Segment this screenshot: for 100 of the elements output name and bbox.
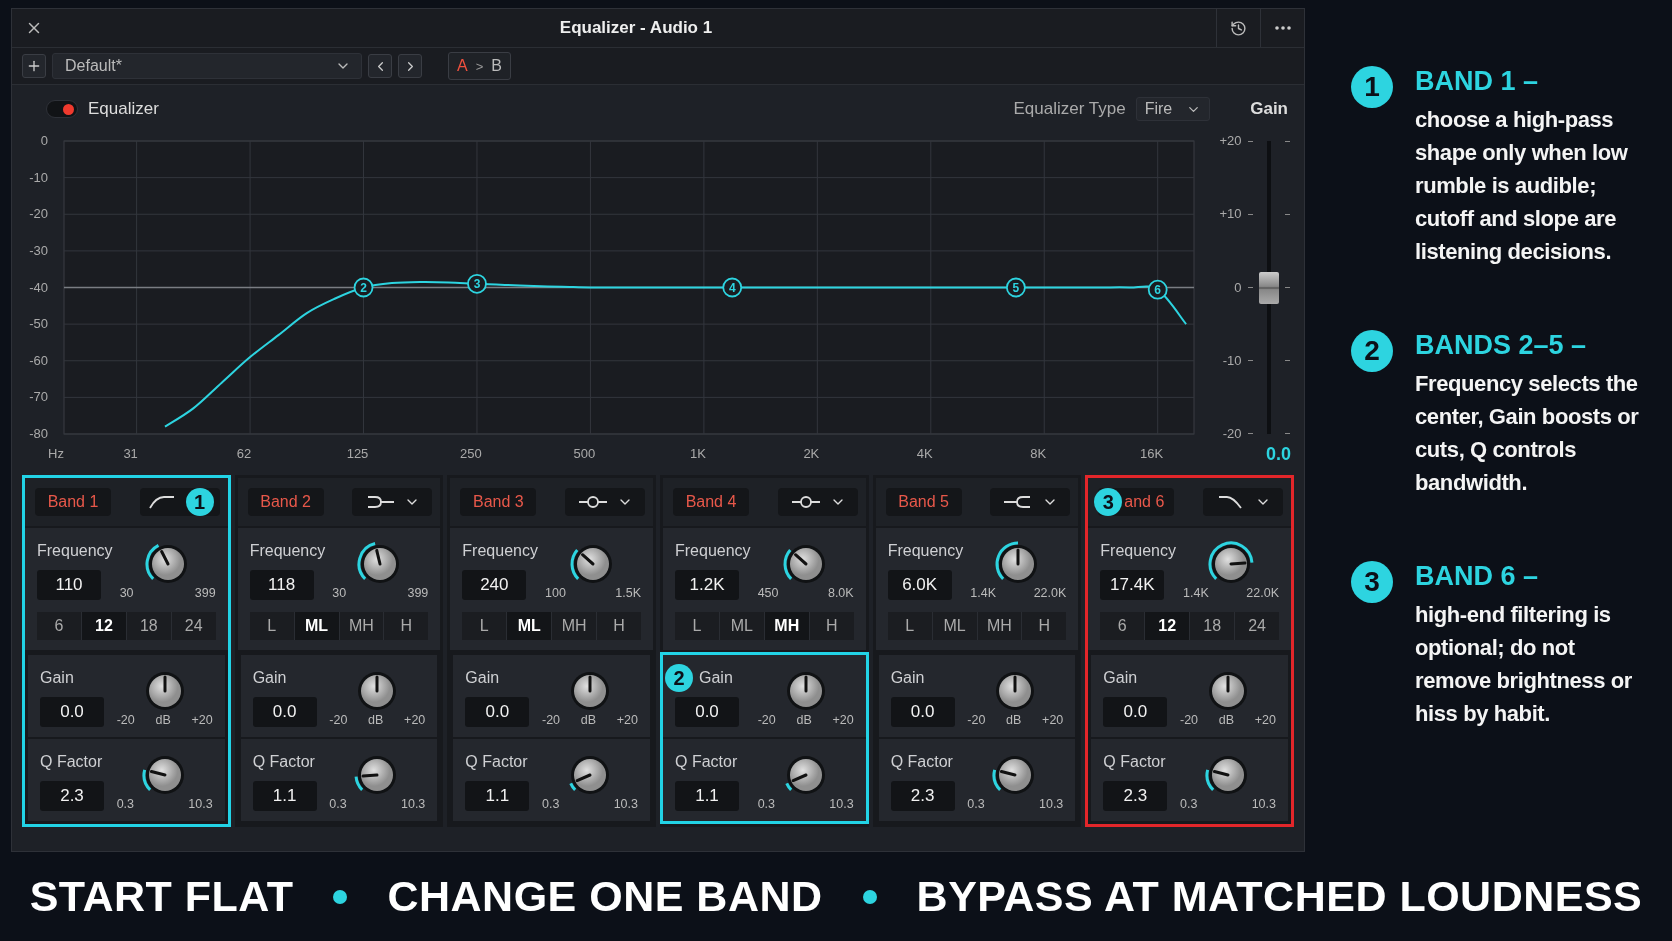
type-dropdown[interactable]: Fire	[1135, 97, 1211, 121]
scale-min: 0.3	[1180, 797, 1198, 811]
scale-min: 1.4K	[970, 586, 997, 600]
segment-option[interactable]: 6	[37, 612, 82, 640]
value-field[interactable]: 0.0	[1103, 697, 1168, 727]
scale-max: 10.3	[188, 797, 213, 811]
value-field[interactable]: 6.0K	[887, 570, 952, 600]
preset-dropdown[interactable]: Default*	[52, 53, 362, 79]
note-text: Frequency selects the center, Gain boosts or cuts, Q controls bandwidth.	[1415, 370, 1640, 497]
filter-shape-dropdown[interactable]	[565, 488, 645, 516]
value-field[interactable]: 0.0	[675, 697, 739, 727]
band-tab[interactable]: Band 2	[247, 488, 324, 516]
value-field[interactable]: 1.1	[675, 781, 739, 811]
segment-option[interactable]: L	[887, 612, 933, 640]
tick-mark	[1247, 141, 1253, 142]
tick-mark	[1284, 287, 1290, 288]
scale-max: +20	[832, 713, 854, 727]
note-text: choose a high-pass shape only when low rumble is audible; cutoff and slope are listening decisions.	[1415, 106, 1629, 266]
scale-min: 0.3	[542, 797, 560, 811]
value-field[interactable]: 0.0	[890, 697, 955, 727]
bullet-dot	[862, 889, 877, 904]
band-tab[interactable]: Band 4	[673, 488, 749, 516]
value-field[interactable]: 110	[37, 570, 101, 600]
compare-option[interactable]: A	[457, 57, 468, 75]
filter-curve-icon	[789, 493, 822, 511]
scale-min: 0.3	[757, 797, 776, 811]
value-field[interactable]: 2.3	[890, 781, 955, 811]
value-field[interactable]: 17.4K	[1100, 570, 1165, 600]
add-button[interactable]	[22, 54, 46, 78]
scale-min: -20	[329, 713, 348, 727]
filter-shape-dropdown[interactable]	[1203, 488, 1283, 516]
scale-max: +20	[1042, 713, 1064, 727]
axis-label: -10	[29, 169, 48, 185]
previous-button[interactable]	[368, 54, 392, 78]
bullet-dot	[333, 889, 348, 904]
unit-label: dB	[368, 713, 384, 727]
fader-thumb[interactable]	[1258, 271, 1279, 304]
toggle-switch[interactable]	[46, 100, 78, 118]
segment-option[interactable]: 12	[81, 612, 127, 640]
axis-label: 2K	[803, 446, 820, 461]
scale-max: +20	[616, 713, 638, 727]
band-node[interactable]: 5	[1006, 277, 1026, 298]
control-label: Frequency	[887, 542, 964, 560]
value-field[interactable]: 1.1	[465, 781, 530, 811]
scale-max: 399	[194, 586, 216, 600]
value-field[interactable]: 1.2K	[675, 570, 739, 600]
scale-max: 8.0K	[827, 586, 854, 600]
band-node[interactable]: 6	[1147, 279, 1168, 300]
compare-option[interactable]: B	[491, 57, 502, 75]
segment-option[interactable]: L	[675, 612, 720, 640]
value-field[interactable]: 118	[249, 570, 314, 600]
value-field[interactable]: 0.0	[465, 697, 530, 727]
scale-label: 0	[1234, 279, 1242, 296]
band-node[interactable]: 4	[722, 277, 743, 298]
scale-min: 0.3	[329, 797, 347, 811]
value-field[interactable]: 2.3	[1103, 781, 1168, 811]
scale-max: 22.0K	[1033, 586, 1067, 600]
segment-option[interactable]: MH	[764, 612, 810, 640]
segment-option[interactable]: L	[462, 612, 508, 640]
scale-max: 10.3	[829, 797, 854, 811]
annotation: 4	[728, 281, 736, 295]
segment-option[interactable]: ML	[507, 612, 553, 640]
note-heading: BANDS 2–5 –	[1415, 330, 1588, 361]
value-field[interactable]: 1.1	[252, 781, 317, 811]
segment-option[interactable]: 6	[1100, 612, 1146, 640]
filter-shape-dropdown[interactable]: 1	[139, 488, 220, 516]
scale-min: -20	[757, 713, 776, 727]
band-node[interactable]: 2	[353, 277, 374, 298]
axis-label: 8K	[1030, 446, 1047, 461]
segment-option[interactable]: ML	[294, 612, 340, 640]
banner-text: BYPASS AT MATCHED LOUDNESS	[916, 872, 1643, 921]
segment-option[interactable]: L	[249, 612, 295, 640]
segment-option[interactable]: 12	[1145, 612, 1191, 640]
control-label: Frequency	[1100, 542, 1176, 560]
band-tab[interactable]: Band 5	[885, 488, 962, 516]
axis-label: -20	[29, 206, 48, 222]
filter-shape-dropdown[interactable]	[352, 488, 433, 516]
filter-shape-dropdown[interactable]	[990, 488, 1071, 516]
value-field[interactable]: 2.3	[40, 781, 104, 811]
note-text: high-end filtering is optional; do not remove brightness or hiss by habit.	[1415, 601, 1633, 728]
value-field[interactable]: 240	[462, 570, 527, 600]
next-button[interactable]	[398, 54, 422, 78]
control-label: Q Factor	[890, 753, 953, 771]
scale-max: +20	[1254, 713, 1276, 727]
number-badge: 3	[1094, 488, 1123, 516]
scale-min: 0.3	[116, 797, 135, 811]
band-tab[interactable]: Band 3	[460, 488, 537, 516]
value-field[interactable]: 0.0	[40, 697, 104, 727]
band-tab[interactable]: Band 1	[35, 488, 111, 516]
axis-title: Hz	[48, 446, 64, 461]
axis-label: 62	[236, 446, 252, 461]
gain-label: Gain	[1250, 99, 1288, 119]
axis-label: 0	[40, 133, 48, 148]
value-field[interactable]: 0.0	[252, 697, 317, 727]
control-label: Gain	[890, 669, 925, 687]
axis-label: -30	[29, 242, 48, 258]
filter-shape-dropdown[interactable]	[777, 488, 858, 516]
control-label: Q Factor	[675, 753, 738, 771]
control-label: Q Factor	[252, 753, 315, 771]
axis-label: 31	[123, 446, 138, 461]
